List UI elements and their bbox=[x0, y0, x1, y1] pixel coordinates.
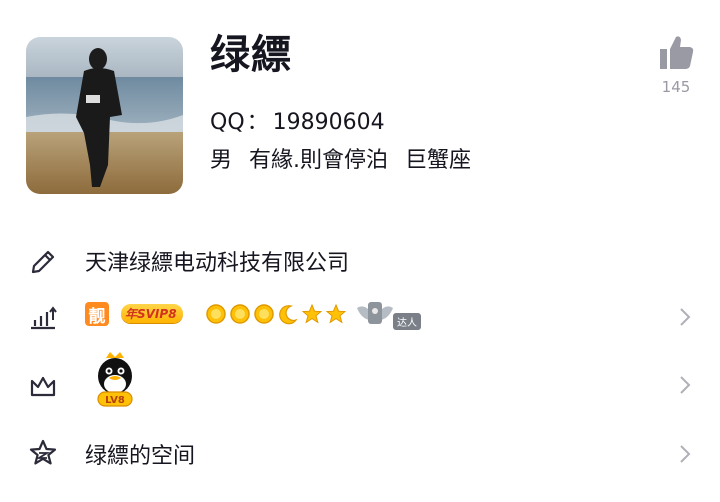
star-space-icon bbox=[29, 439, 57, 465]
star-icon bbox=[301, 303, 323, 324]
chevron-right-icon bbox=[680, 445, 691, 463]
zodiac: 巨蟹座 bbox=[405, 148, 472, 173]
pencil-icon bbox=[31, 250, 55, 274]
company-text: 天津绿縹电动科技有限公司 bbox=[85, 251, 350, 276]
qq-label: QQ bbox=[210, 110, 245, 135]
qq-number: 19890604 bbox=[272, 110, 385, 135]
signature: 有緣.則會停泊 bbox=[249, 148, 389, 173]
sun-icon bbox=[206, 304, 226, 324]
svip-badge[interactable]: 年SVIP8 bbox=[121, 304, 183, 323]
level-up-icon bbox=[31, 306, 57, 330]
nickname: 绿縹 bbox=[210, 32, 292, 78]
space-row[interactable]: 绿縹的空间 bbox=[0, 432, 720, 472]
moon-icon bbox=[279, 305, 298, 325]
chevron-right-icon bbox=[680, 376, 691, 394]
thumbs-up-icon bbox=[660, 36, 694, 69]
sun-icon bbox=[254, 304, 274, 324]
gender: 男 bbox=[210, 148, 233, 173]
qq-number-line: QQ： 19890604 bbox=[210, 104, 385, 136]
chevron-right-icon bbox=[680, 308, 691, 326]
qq-level-icons[interactable] bbox=[205, 303, 347, 325]
hao-badge[interactable]: 靓 bbox=[85, 302, 109, 327]
like-count: 145 bbox=[661, 78, 691, 96]
daren-badge-icon[interactable] bbox=[355, 298, 395, 328]
crown-icon bbox=[30, 376, 56, 397]
sun-icon bbox=[230, 304, 250, 324]
star-icon bbox=[325, 303, 347, 324]
like-button[interactable]: 145 bbox=[650, 32, 702, 96]
penguin-level-text: LV8 bbox=[105, 395, 125, 406]
avatar[interactable] bbox=[26, 37, 183, 194]
daren-label: 达人 bbox=[393, 313, 421, 330]
space-text: 绿縹的空间 bbox=[85, 444, 196, 469]
qq-colon: ： bbox=[246, 110, 269, 135]
company-row[interactable]: 天津绿縹电动科技有限公司 bbox=[0, 240, 720, 280]
penguin-level-icon[interactable]: LV8 bbox=[92, 352, 138, 410]
profile-info-line: 男 有緣.則會停泊 巨蟹座 bbox=[210, 142, 481, 174]
